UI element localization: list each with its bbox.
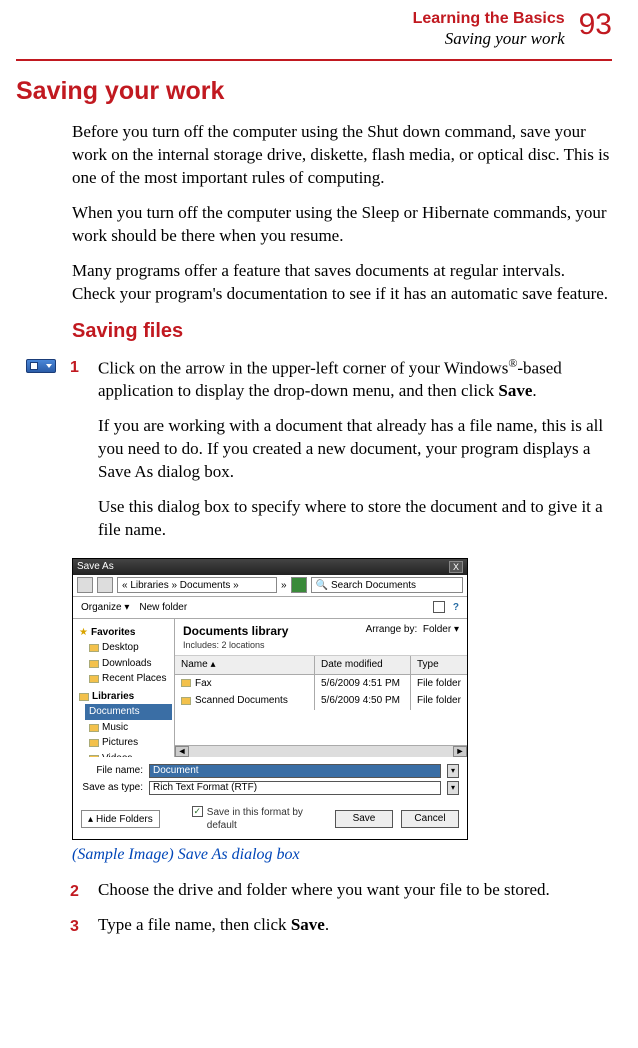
new-folder-button[interactable]: New folder: [139, 601, 187, 615]
cancel-button[interactable]: Cancel: [401, 810, 459, 828]
list-row[interactable]: Scanned Documents 5/6/2009 4:50 PM File …: [175, 692, 467, 710]
file-name-label: File name:: [81, 764, 143, 778]
library-subtitle: Includes: 2 locations: [183, 639, 288, 651]
page-title: Saving your work: [16, 75, 612, 109]
intro-paragraph-2: When you turn off the computer using the…: [72, 202, 612, 248]
intro-paragraph-3: Many programs offer a feature that saves…: [72, 260, 612, 306]
breadcrumb-path[interactable]: « Libraries » Documents »: [117, 577, 277, 593]
scroll-right-icon[interactable]: ►: [453, 746, 467, 757]
step-1-text-a: Click on the arrow in the upper-left cor…: [98, 355, 612, 404]
intro-paragraph-1: Before you turn off the computer using t…: [72, 121, 612, 190]
page-number: 93: [579, 10, 612, 40]
tree-selected-documents[interactable]: Documents: [85, 704, 172, 720]
chevron-up-icon: ▴: [88, 813, 93, 827]
folder-icon: [89, 724, 99, 732]
step-1-text-b: If you are working with a document that …: [98, 415, 612, 484]
chevron-right-icon: »: [281, 579, 287, 593]
list-columns[interactable]: Name ▴ Date modified Type: [175, 656, 467, 675]
folder-icon: [89, 660, 99, 668]
step-3-text: Type a file name, then click Save.: [98, 914, 612, 937]
dropdown-icon[interactable]: ▾: [447, 781, 459, 795]
search-input[interactable]: 🔍 Search Documents: [311, 577, 463, 593]
organize-button[interactable]: Organize ▾: [81, 601, 129, 615]
list-row[interactable]: Fax 5/6/2009 4:51 PM File folder: [175, 675, 467, 693]
step-number-3: 3: [70, 914, 84, 938]
help-icon[interactable]: ?: [453, 601, 459, 615]
dropdown-icon[interactable]: ▾: [447, 764, 459, 778]
ribbon-dropdown-icon: [26, 359, 56, 373]
save-as-type-label: Save as type:: [81, 781, 143, 795]
view-icon[interactable]: [433, 601, 445, 613]
horizontal-scrollbar[interactable]: ◄ ►: [175, 745, 467, 757]
save-as-dialog: Save As X « Libraries » Documents » » 🔍 …: [72, 558, 468, 840]
step-number-1: 1: [70, 355, 84, 379]
save-button[interactable]: Save: [335, 810, 393, 828]
step-1: 1 Click on the arrow in the upper-left c…: [16, 355, 612, 554]
nav-back-button[interactable]: [77, 577, 93, 593]
folder-icon: [89, 755, 99, 757]
step-3: 3 Type a file name, then click Save.: [16, 914, 612, 949]
search-icon: 🔍: [316, 579, 328, 593]
star-icon: ★: [79, 626, 88, 640]
subheading-saving-files: Saving files: [72, 318, 612, 345]
step-2-text: Choose the drive and folder where you wa…: [98, 879, 612, 902]
section-subtitle: Saving your work: [413, 28, 565, 51]
folder-icon: [89, 644, 99, 652]
dialog-title: Save As: [77, 560, 114, 574]
folder-icon: [79, 693, 89, 701]
arrange-by[interactable]: Arrange by: Folder ▾: [366, 623, 459, 637]
save-as-type-select[interactable]: Rich Text Format (RTF): [149, 781, 441, 795]
step-2: 2 Choose the drive and folder where you …: [16, 879, 612, 914]
dialog-titlebar: Save As X: [73, 559, 467, 575]
folder-icon: [89, 739, 99, 747]
refresh-icon[interactable]: [291, 577, 307, 593]
chapter-title: Learning the Basics: [413, 10, 565, 28]
file-name-input[interactable]: Document: [149, 764, 441, 778]
close-icon[interactable]: X: [449, 561, 463, 573]
nav-tree[interactable]: ★Favorites Desktop Downloads Recent Plac…: [73, 619, 175, 757]
save-default-format-checkbox[interactable]: ✓ Save in this format bydefault: [192, 806, 303, 833]
figure-caption: (Sample Image) Save As dialog box: [72, 844, 612, 866]
library-title: Documents library: [183, 623, 288, 639]
nav-forward-button[interactable]: [97, 577, 113, 593]
folder-icon: [89, 675, 99, 683]
scroll-left-icon[interactable]: ◄: [175, 746, 189, 757]
folder-icon: [181, 697, 191, 705]
step-1-text-c: Use this dialog box to specify where to …: [98, 496, 612, 542]
checkbox-icon: ✓: [192, 806, 203, 817]
folder-icon: [181, 679, 191, 687]
page-header: Learning the Basics Saving your work 93: [0, 0, 638, 59]
hide-folders-button[interactable]: ▴ Hide Folders: [81, 810, 160, 828]
step-number-2: 2: [70, 879, 84, 903]
